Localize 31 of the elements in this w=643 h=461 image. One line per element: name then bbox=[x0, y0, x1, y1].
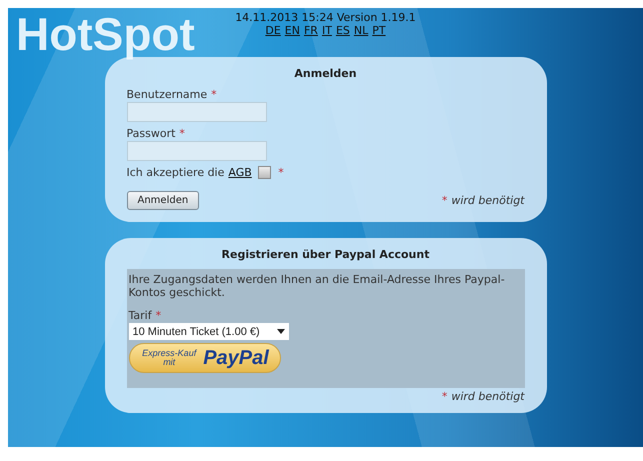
required-mark: * bbox=[179, 127, 185, 140]
field-label: Passwort bbox=[126, 127, 176, 140]
login-button[interactable]: Anmelden bbox=[126, 191, 200, 210]
terms-link[interactable]: AGB bbox=[228, 166, 252, 179]
username-field[interactable] bbox=[126, 102, 266, 122]
required-note: wird benötigt bbox=[451, 390, 524, 403]
required-mark: * bbox=[211, 88, 217, 101]
language-link[interactable]: PT bbox=[372, 24, 386, 37]
required-mark: * bbox=[156, 309, 162, 322]
password-field[interactable] bbox=[126, 141, 266, 161]
language-link[interactable]: EN bbox=[284, 24, 300, 37]
login-title: Anmelden bbox=[293, 67, 358, 80]
required-note: wird benötigt bbox=[451, 194, 524, 207]
required-mark: * bbox=[442, 194, 448, 207]
tariff-label: Tarif bbox=[128, 309, 152, 322]
language-link[interactable]: FR bbox=[304, 24, 318, 37]
language-link[interactable]: IT bbox=[322, 24, 332, 37]
info-text: Ihre Zugangsdaten werden Ihnen an die Email-Adresse Ihres Paypal-Kontos geschickt. bbox=[128, 273, 506, 299]
dropdown-arrow-icon bbox=[276, 329, 284, 334]
language-link[interactable]: ES bbox=[336, 24, 350, 37]
language-link[interactable]: DE bbox=[265, 24, 281, 37]
required-mark: * bbox=[442, 390, 448, 403]
field-label: Benutzername bbox=[126, 88, 208, 101]
terms-text: Ich akzeptiere die bbox=[126, 166, 224, 179]
language-link[interactable]: NL bbox=[354, 24, 368, 37]
version-text: 14.11.2013 15:24 Version 1.19.1 bbox=[235, 11, 416, 24]
tariff-select[interactable]: 10 Minuten Ticket (1.00 €) bbox=[128, 323, 288, 340]
terms-checkbox[interactable] bbox=[258, 166, 271, 179]
register-title: Registrieren über Paypal Account bbox=[220, 248, 430, 261]
hotspot-logo: HotSpot bbox=[16, 8, 195, 60]
required-mark: * bbox=[277, 166, 284, 179]
